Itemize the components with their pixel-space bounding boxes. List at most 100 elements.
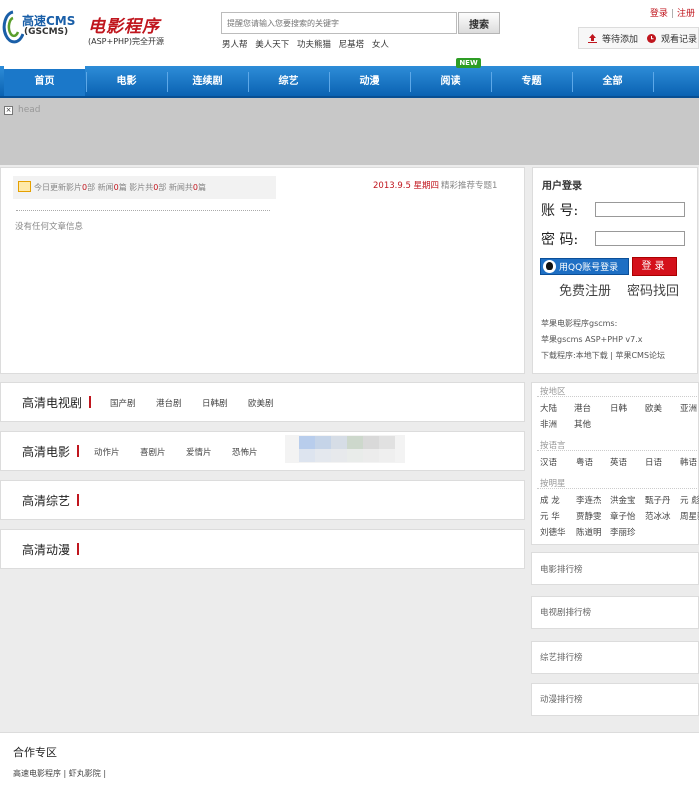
info-line[interactable]: 下载程序:本地下载 | 苹果CMS论坛 [541,350,665,361]
title-accent [89,396,92,408]
head-banner [0,98,699,165]
divider [16,210,270,211]
filter-star-item[interactable]: 甄子丹 [645,494,671,506]
nav-item-series[interactable]: 连续剧 [167,66,248,96]
rank-title[interactable]: 电视剧排行榜 [540,606,591,618]
filter-star-item[interactable]: 元 华 [540,510,560,522]
filter-language-item[interactable]: 粤语 [576,456,593,468]
filter-region-item[interactable]: 大陆 [540,402,557,414]
add-label: 等待添加 [602,34,639,45]
history-label: 观看记录 [661,34,698,45]
category-title: 高清动漫 [22,541,80,558]
logo-gscms-text: (GSCMS) [24,27,69,37]
rank-title[interactable]: 动漫排行榜 [540,693,583,705]
partner-link[interactable]: 高速电影程序 [13,769,61,778]
filter-star-item[interactable]: 范冰冰 [645,510,671,522]
filter-star-item[interactable]: 元 彪 [680,494,699,506]
rank-title[interactable]: 电影排行榜 [540,563,583,575]
free-register-link[interactable]: 免费注册 [559,280,611,299]
filter-star-item[interactable]: 李连杰 [576,494,602,506]
main-nav: 首页 电影 连续剧 综艺 动漫 阅读 专题 全部 [0,66,699,98]
nav-item-all[interactable]: 全部 [572,66,653,96]
clock-icon [647,33,657,43]
hot-keyword-link[interactable]: 尼基塔 [339,40,365,50]
stats-unit: 篇 影片共 [118,183,154,192]
nav-item-variety[interactable]: 综艺 [248,66,329,96]
password-field[interactable] [595,231,685,246]
partner-link[interactable]: 虾丸影院 [69,769,101,778]
partner-panel [0,732,699,800]
password-label: 密 码: [541,232,579,248]
hot-keyword-link[interactable]: 男人帮 [222,40,248,50]
filter-star-item[interactable]: 周星驰 [680,510,699,522]
add-button[interactable]: 等待添加 [588,32,638,45]
filter-region-item[interactable]: 日韩 [610,402,627,414]
hot-keywords: 男人帮 美人天下 功夫熊猫 尼基塔 女人 [222,38,394,50]
filter-region-item[interactable]: 欧美 [645,402,662,414]
filter-language-item[interactable]: 英语 [610,456,627,468]
nav-item-movie[interactable]: 电影 [86,66,167,96]
nav-item-anime[interactable]: 动漫 [329,66,410,96]
title-accent [77,494,80,506]
date-text: 2013.9.5 星期四 [373,181,440,191]
login-button[interactable]: 登录 [632,257,677,276]
filter-region-item[interactable]: 其他 [574,418,591,430]
category-link[interactable]: 恐怖片 [232,446,258,458]
nav-item-topics[interactable]: 专题 [491,66,572,96]
category-title-text: 高清电视剧 [22,396,83,410]
new-badge: NEW [456,58,481,68]
filter-star-item[interactable]: 刘德华 [540,526,566,538]
category-title: 高清电视剧 [22,394,92,411]
filter-star-item[interactable]: 贾静雯 [576,510,602,522]
divider [537,488,697,489]
filter-region-item[interactable]: 港台 [574,402,591,414]
nav-item-reading[interactable]: 阅读 [410,66,491,96]
info-line: 苹果gscms ASP+PHP v7.x [541,335,643,344]
nav-separator [653,72,654,92]
hot-keyword-link[interactable]: 功夫熊猫 [297,40,331,50]
category-link[interactable]: 动作片 [94,446,120,458]
history-button[interactable]: 观看记录 [647,32,697,45]
category-link[interactable]: 日韩剧 [202,397,228,409]
info-line: 苹果电影程序gscms: [541,319,618,328]
filter-language-item[interactable]: 汉语 [540,456,557,468]
stats-prefix: 今日更新影片 [34,183,82,192]
hot-keyword-link[interactable]: 美人天下 [255,40,289,50]
filter-star-item[interactable]: 章子怡 [610,510,636,522]
filter-star-item[interactable]: 洪金宝 [610,494,636,506]
partner-title: 合作专区 [13,746,57,759]
filter-star-item[interactable]: 成 龙 [540,494,560,506]
filter-star-item[interactable]: 李丽珍 [610,526,636,538]
filter-star-item[interactable]: 陈道明 [576,526,602,538]
category-link[interactable]: 港台剧 [156,397,182,409]
divider [537,396,697,397]
account-field[interactable] [595,202,685,217]
register-link[interactable]: 注册 [677,9,695,19]
stats-unit: 部 新闻共 [158,183,193,192]
filter-region-item[interactable]: 亚洲 [680,402,697,414]
category-link[interactable]: 欧美剧 [248,397,274,409]
search-input[interactable] [221,12,457,34]
search-button[interactable]: 搜索 [458,12,500,34]
title-accent [77,445,80,457]
rank-title[interactable]: 综艺排行榜 [540,651,583,663]
broken-image-icon: × [4,106,13,115]
logo-swirl-icon [2,10,24,44]
no-article-text: 没有任何文章信息 [15,222,84,232]
promo-link[interactable]: 精彩推荐专题1 [441,179,497,191]
head-alt-text: head [18,105,41,115]
category-link[interactable]: 国产剧 [110,397,136,409]
filter-language-item[interactable]: 韩语 [680,456,697,468]
forgot-password-link[interactable]: 密码找回 [627,280,679,299]
filter-region-item[interactable]: 非洲 [540,418,557,430]
filter-language-item[interactable]: 日语 [645,456,662,468]
category-link[interactable]: 喜剧片 [140,446,166,458]
hot-keyword-link[interactable]: 女人 [372,40,389,50]
login-title: 用户登录 [542,181,582,192]
nav-item-home[interactable]: 首页 [4,66,85,96]
logo-chinese-title: 电影程序 [88,17,160,37]
category-title-text: 高清动漫 [22,543,71,557]
login-link[interactable]: 登录 [650,9,668,19]
qq-login-button[interactable]: 用QQ账号登录 [540,258,629,275]
category-link[interactable]: 爱情片 [186,446,212,458]
